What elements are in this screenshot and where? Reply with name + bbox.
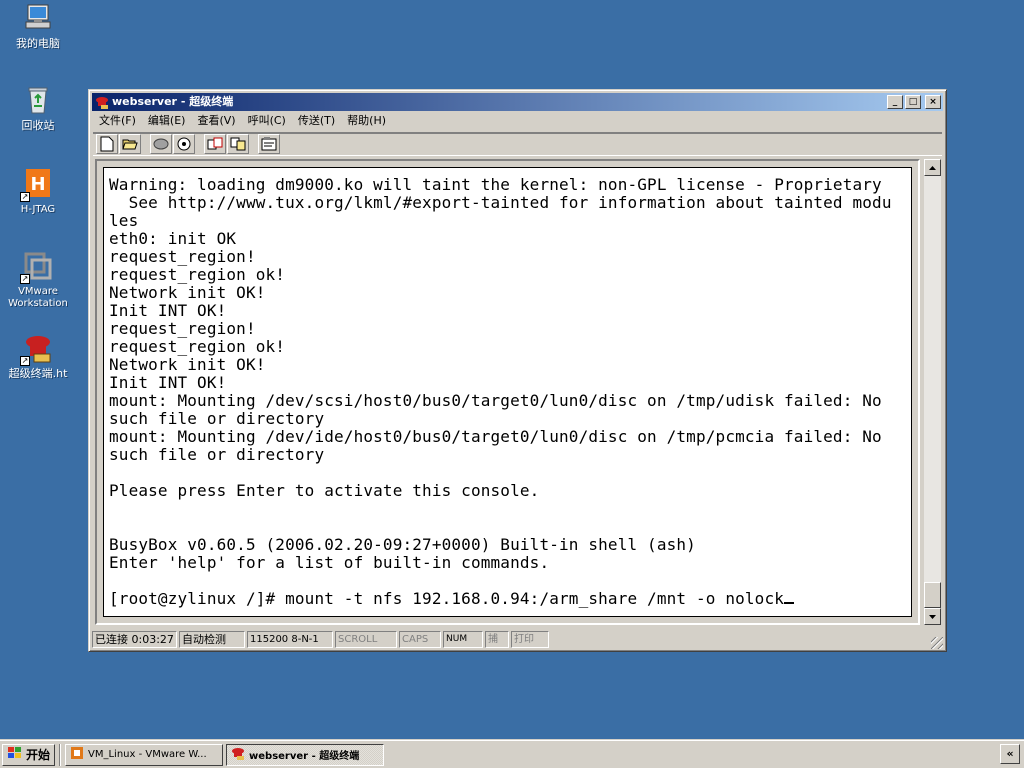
hyperterminal-icon: ↗ xyxy=(20,332,54,366)
shortcut-arrow-icon: ↗ xyxy=(20,192,30,202)
status-connected: 已连接 0:03:27 xyxy=(92,631,177,648)
terminal-line: Please press Enter to activate this cons… xyxy=(109,481,540,500)
desktop-icon-label: 回收站 xyxy=(21,119,55,132)
properties-icon[interactable] xyxy=(258,134,280,154)
minimize-button[interactable]: _ xyxy=(887,95,903,109)
desktop-icon-recycle-bin[interactable]: 回收站 xyxy=(0,84,76,132)
h-jtag-icon: H ↗ xyxy=(20,168,54,202)
taskbar-item-label: webserver - 超级终端 xyxy=(249,751,360,762)
terminal-line: Enter 'help' for a list of built-in comm… xyxy=(109,553,550,572)
terminal-line: request_region ok! xyxy=(109,265,286,284)
status-bar: 已连接 0:03:27 自动检测 115200 8-N-1 SCROLL CAP… xyxy=(92,630,943,649)
terminal-line: such file or directory xyxy=(109,445,325,464)
status-detect: 自动检测 xyxy=(179,631,245,648)
computer-icon xyxy=(22,2,54,34)
desktop-icon-label: 超级终端.ht xyxy=(8,367,68,380)
taskbar: 开始 VM_Linux - VMware W... webserver - 超级… xyxy=(0,740,1024,768)
desktop-icon-label: H-JTAG xyxy=(20,204,56,215)
dial-icon[interactable] xyxy=(173,134,195,154)
terminal-line: Warning: loading dm9000.ko will taint th… xyxy=(109,175,882,194)
menu-edit[interactable]: 编辑(E) xyxy=(142,112,192,130)
scroll-down-button[interactable] xyxy=(924,608,941,625)
terminal-line: Network init OK! xyxy=(109,283,266,302)
menu-call[interactable]: 呼叫(C) xyxy=(242,112,292,130)
terminal-line: mount: Mounting /dev/scsi/host0/bus0/tar… xyxy=(109,391,882,410)
status-print: 打印 xyxy=(511,631,549,648)
shortcut-arrow-icon: ↗ xyxy=(20,274,30,284)
resize-grip[interactable] xyxy=(931,637,943,649)
terminal-frame: Warning: loading dm9000.ko will taint th… xyxy=(95,159,920,625)
menu-help[interactable]: 帮助(H) xyxy=(341,112,392,130)
receive-icon[interactable] xyxy=(227,134,249,154)
close-button[interactable]: × xyxy=(925,95,941,109)
scroll-thumb[interactable] xyxy=(924,582,941,608)
start-label: 开始 xyxy=(26,748,51,762)
window-title: webserver - 超级终端 xyxy=(112,95,234,108)
menu-transfer[interactable]: 传送(T) xyxy=(292,112,341,130)
vertical-scrollbar[interactable] xyxy=(924,159,941,625)
desktop-icon-hyperterminal[interactable]: ↗ 超级终端.ht xyxy=(0,332,76,380)
terminal-line: such file or directory xyxy=(109,409,325,428)
taskbar-item-label: VM_Linux - VMware W... xyxy=(88,749,207,760)
svg-text:H: H xyxy=(30,174,45,195)
vmware-icon xyxy=(70,746,84,763)
toolbar xyxy=(93,132,942,156)
recycle-bin-icon xyxy=(22,84,54,116)
status-port: 115200 8-N-1 xyxy=(247,631,333,648)
new-icon[interactable] xyxy=(96,134,118,154)
tray-expand-button[interactable]: « xyxy=(1000,744,1020,764)
desktop-icon-label: 我的电脑 xyxy=(16,37,60,50)
status-capture: 捕 xyxy=(485,631,509,648)
menu-file[interactable]: 文件(F) xyxy=(93,112,142,130)
hyperterminal-icon xyxy=(231,746,245,763)
open-icon[interactable] xyxy=(119,134,141,154)
terminal-line: request_region! xyxy=(109,247,256,266)
send-icon[interactable] xyxy=(204,134,226,154)
terminal-cursor xyxy=(784,590,795,604)
window-titlebar[interactable]: webserver - 超级终端 _ □ × xyxy=(92,93,943,111)
terminal-line: eth0: init OK xyxy=(109,229,237,248)
menu-view[interactable]: 查看(V) xyxy=(191,112,241,130)
terminal-line: les xyxy=(109,211,139,230)
hyperterminal-window: webserver - 超级终端 _ □ × 文件(F) 编辑(E) 查看(V)… xyxy=(88,89,947,652)
shortcut-arrow-icon: ↗ xyxy=(20,356,30,366)
disconnect-icon[interactable] xyxy=(150,134,172,154)
desktop-icon-vmware[interactable]: ↗ VMware Workstation xyxy=(0,250,76,310)
taskbar-item-vmware[interactable]: VM_Linux - VMware W... xyxy=(65,743,224,766)
maximize-button[interactable]: □ xyxy=(905,95,921,109)
terminal-line: BusyBox v0.60.5 (2006.02.20-09:27+0000) … xyxy=(109,535,696,554)
terminal-line: See http://www.tux.org/lkml/#export-tain… xyxy=(109,193,892,212)
terminal-line: Init INT OK! xyxy=(109,373,227,392)
menu-bar: 文件(F) 编辑(E) 查看(V) 呼叫(C) 传送(T) 帮助(H) xyxy=(93,112,942,130)
terminal-line: Network init OK! xyxy=(109,355,266,374)
terminal-line: [root@zylinux /]# mount -t nfs 192.168.0… xyxy=(109,589,785,608)
terminal-text: Warning: loading dm9000.ko will taint th… xyxy=(109,176,911,608)
terminal-line: mount: Mounting /dev/ide/host0/bus0/targ… xyxy=(109,427,882,446)
status-num: NUM xyxy=(443,631,483,648)
windows-logo-icon xyxy=(7,746,23,763)
start-button[interactable]: 开始 xyxy=(2,743,56,766)
terminal-line: request_region ok! xyxy=(109,337,286,356)
scroll-up-button[interactable] xyxy=(924,159,941,176)
desktop-icon-label: VMware Workstation xyxy=(8,286,68,309)
status-caps: CAPS xyxy=(399,631,441,648)
vmware-icon: ↗ xyxy=(20,250,54,284)
taskbar-item-hyperterminal[interactable]: webserver - 超级终端 xyxy=(226,743,385,766)
terminal-line: Init INT OK! xyxy=(109,301,227,320)
desktop-icon-h-jtag[interactable]: H ↗ H-JTAG xyxy=(0,168,76,216)
terminal-output[interactable]: Warning: loading dm9000.ko will taint th… xyxy=(103,167,912,617)
hyperterminal-small-icon xyxy=(95,95,109,109)
desktop-icon-my-computer[interactable]: 我的电脑 xyxy=(0,2,76,50)
terminal-line: request_region! xyxy=(109,319,256,338)
status-scroll: SCROLL xyxy=(335,631,397,648)
